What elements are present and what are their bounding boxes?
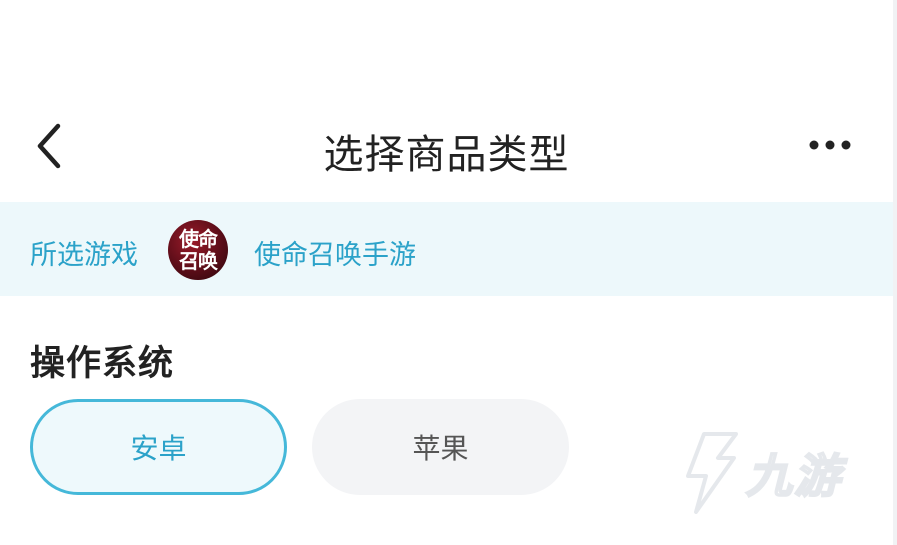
os-option-ios[interactable]: 苹果 <box>312 399 569 495</box>
game-logo-text: 使命召唤 <box>179 227 218 273</box>
selected-game-banner[interactable]: 所选游戏 使命召唤 使命召唤手游 <box>0 202 893 296</box>
game-logo: 使命召唤 <box>168 220 228 280</box>
watermark-text: 九游 <box>745 448 842 504</box>
selected-game-label: 所选游戏 <box>30 240 138 271</box>
more-button[interactable] <box>805 128 861 162</box>
game-name: 使命召唤手游 <box>254 240 416 271</box>
page-title: 选择商品类型 <box>323 132 570 178</box>
watermark-logo-icon <box>686 432 738 514</box>
watermark: 九游 <box>674 428 864 518</box>
more-horizontal-icon <box>809 140 851 150</box>
nav-bar: 选择商品类型 <box>0 100 893 195</box>
os-option-android-label: 安卓 <box>130 432 187 465</box>
os-option-ios-label: 苹果 <box>412 432 469 465</box>
os-section-title: 操作系统 <box>30 344 175 384</box>
os-option-android[interactable]: 安卓 <box>30 399 287 495</box>
page: 选择商品类型 所选游戏 使命召唤 使命召唤手游 操作系统 安卓 苹果 九游 <box>0 0 897 545</box>
